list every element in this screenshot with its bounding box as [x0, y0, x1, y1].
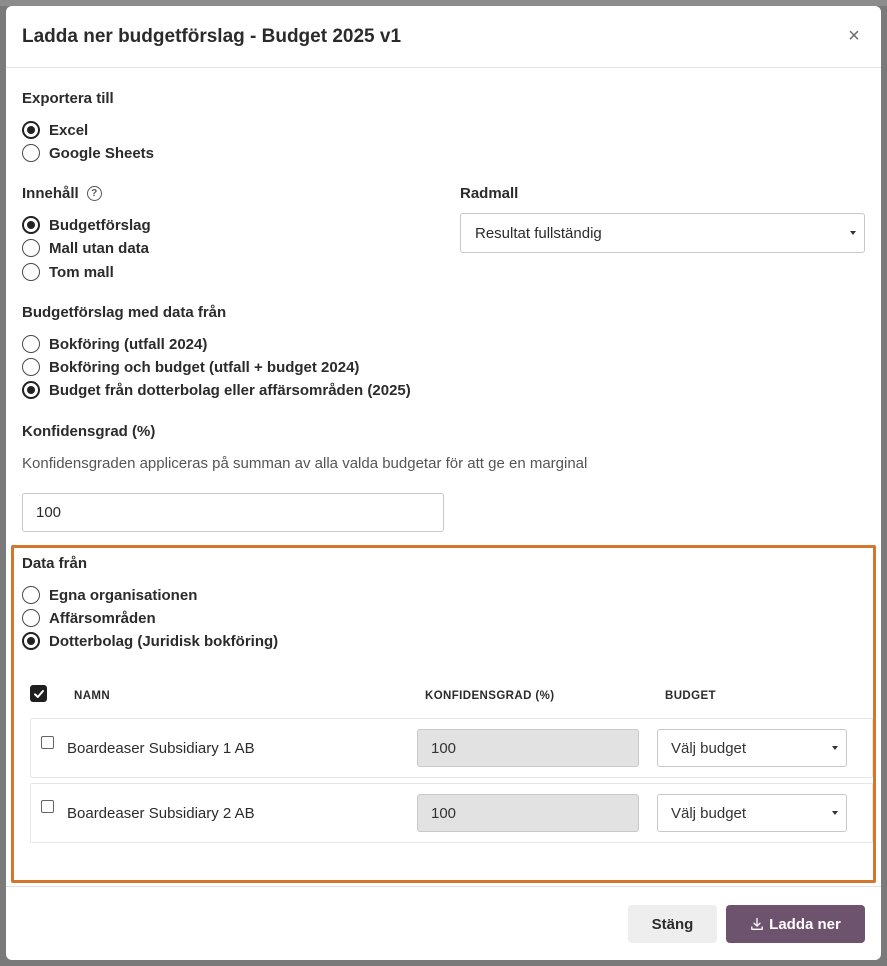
- radio-checked-icon: [22, 216, 40, 234]
- caret-down-icon: [832, 811, 838, 815]
- radio-label: Google Sheets: [49, 144, 155, 162]
- radio-unchecked-icon: [22, 144, 40, 162]
- radio-checked-icon: [22, 381, 40, 399]
- radio-unchecked-icon: [22, 239, 40, 257]
- caret-down-icon: [832, 746, 838, 750]
- row-confidence-value: 100: [431, 804, 457, 822]
- radio-unchecked-icon: [22, 335, 40, 353]
- radio-unchecked-icon: [22, 586, 40, 604]
- row-checkbox[interactable]: [41, 800, 54, 813]
- row-template-label: Radmall: [460, 185, 519, 202]
- modal-title: Ladda ner budgetförslag - Budget 2025 v1: [22, 25, 402, 47]
- close-button[interactable]: Stäng: [628, 905, 717, 943]
- row-name: Boardeaser Subsidiary 2 AB: [67, 805, 255, 822]
- confidence-input-value: 100: [36, 504, 62, 521]
- radio-source-accounting-budget[interactable]: Bokföring och budget (utfall + budget 20…: [22, 357, 359, 377]
- radio-content-template-no-data[interactable]: Mall utan data: [22, 238, 149, 258]
- row-budget-select[interactable]: Välj budget: [657, 794, 847, 832]
- caret-down-icon: [850, 231, 856, 235]
- table-row: Boardeaser Subsidiary 1 AB 100 Välj budg…: [30, 718, 873, 778]
- confidence-label: Konfidensgrad (%): [22, 423, 156, 440]
- column-header-budget: BUDGET: [665, 690, 716, 702]
- radio-label: Dotterbolag (Juridisk bokföring): [49, 632, 279, 650]
- radio-content-budget-proposal[interactable]: Budgetförslag: [22, 215, 151, 235]
- column-header-name: NAMN: [74, 690, 111, 702]
- radio-label: Bokföring och budget (utfall + budget 20…: [49, 358, 360, 376]
- column-header-confidence: KONFIDENSGRAD (%): [425, 690, 555, 702]
- checkmark-icon: [33, 689, 44, 698]
- content-label: Innehåll: [22, 185, 79, 202]
- data-source-label: Budgetförslag med data från: [22, 304, 227, 321]
- row-template-select[interactable]: Resultat fullständig: [460, 213, 865, 253]
- select-all-checkbox[interactable]: [30, 685, 47, 702]
- row-name: Boardeaser Subsidiary 1 AB: [67, 740, 255, 757]
- radio-data-own-organization[interactable]: Egna organisationen: [22, 585, 197, 605]
- radio-checked-icon: [22, 121, 40, 139]
- radio-unchecked-icon: [22, 358, 40, 376]
- radio-data-subsidiaries[interactable]: Dotterbolag (Juridisk bokföring): [22, 631, 278, 651]
- row-confidence-value: 100: [431, 739, 457, 757]
- radio-data-business-areas[interactable]: Affärsområden: [22, 608, 156, 628]
- row-checkbox[interactable]: [41, 736, 54, 749]
- confidence-input[interactable]: 100: [22, 493, 444, 532]
- radio-label: Budget från dotterbolag eller affärsområ…: [49, 381, 411, 399]
- radio-export-google-sheets[interactable]: Google Sheets: [22, 143, 154, 163]
- row-confidence-input[interactable]: 100: [417, 794, 639, 832]
- radio-label: Tom mall: [49, 263, 114, 281]
- radio-label: Egna organisationen: [49, 586, 198, 604]
- data-from-section: Data från Egna organisationen Affärsområ…: [11, 545, 876, 883]
- radio-label: Bokföring (utfall 2024): [49, 335, 208, 353]
- content-label-wrap: Innehåll ?: [22, 185, 102, 202]
- radio-source-accounting[interactable]: Bokföring (utfall 2024): [22, 334, 207, 354]
- row-budget-value: Välj budget: [671, 804, 747, 822]
- table-row: Boardeaser Subsidiary 2 AB 100 Välj budg…: [30, 783, 873, 843]
- row-budget-value: Välj budget: [671, 739, 747, 757]
- radio-content-empty-template[interactable]: Tom mall: [22, 262, 114, 282]
- radio-label: Affärsområden: [49, 609, 156, 627]
- radio-label: Excel: [49, 121, 89, 139]
- radio-unchecked-icon: [22, 263, 40, 281]
- download-budget-modal: Ladda ner budgetförslag - Budget 2025 v1…: [6, 6, 881, 960]
- row-budget-select[interactable]: Välj budget: [657, 729, 847, 767]
- close-icon[interactable]: ×: [843, 25, 865, 48]
- radio-export-excel[interactable]: Excel: [22, 120, 88, 140]
- help-icon[interactable]: ?: [86, 186, 102, 201]
- row-template-value: Resultat fullständig: [475, 224, 602, 242]
- modal-footer: Stäng Ladda ner: [6, 886, 881, 960]
- download-button-label: Ladda ner: [769, 915, 841, 933]
- export-label: Exportera till: [22, 90, 114, 107]
- radio-source-subsidiaries[interactable]: Budget från dotterbolag eller affärsområ…: [22, 380, 411, 400]
- data-from-label: Data från: [22, 555, 88, 572]
- row-confidence-input[interactable]: 100: [417, 729, 639, 767]
- download-icon: [751, 917, 764, 930]
- radio-label: Budgetförslag: [49, 216, 151, 234]
- modal-header: Ladda ner budgetförslag - Budget 2025 v1…: [6, 6, 881, 68]
- download-button[interactable]: Ladda ner: [726, 905, 865, 943]
- radio-checked-icon: [22, 632, 40, 650]
- radio-label: Mall utan data: [49, 239, 150, 257]
- confidence-helper-text: Konfidensgraden appliceras på summan av …: [22, 455, 588, 472]
- radio-unchecked-icon: [22, 609, 40, 627]
